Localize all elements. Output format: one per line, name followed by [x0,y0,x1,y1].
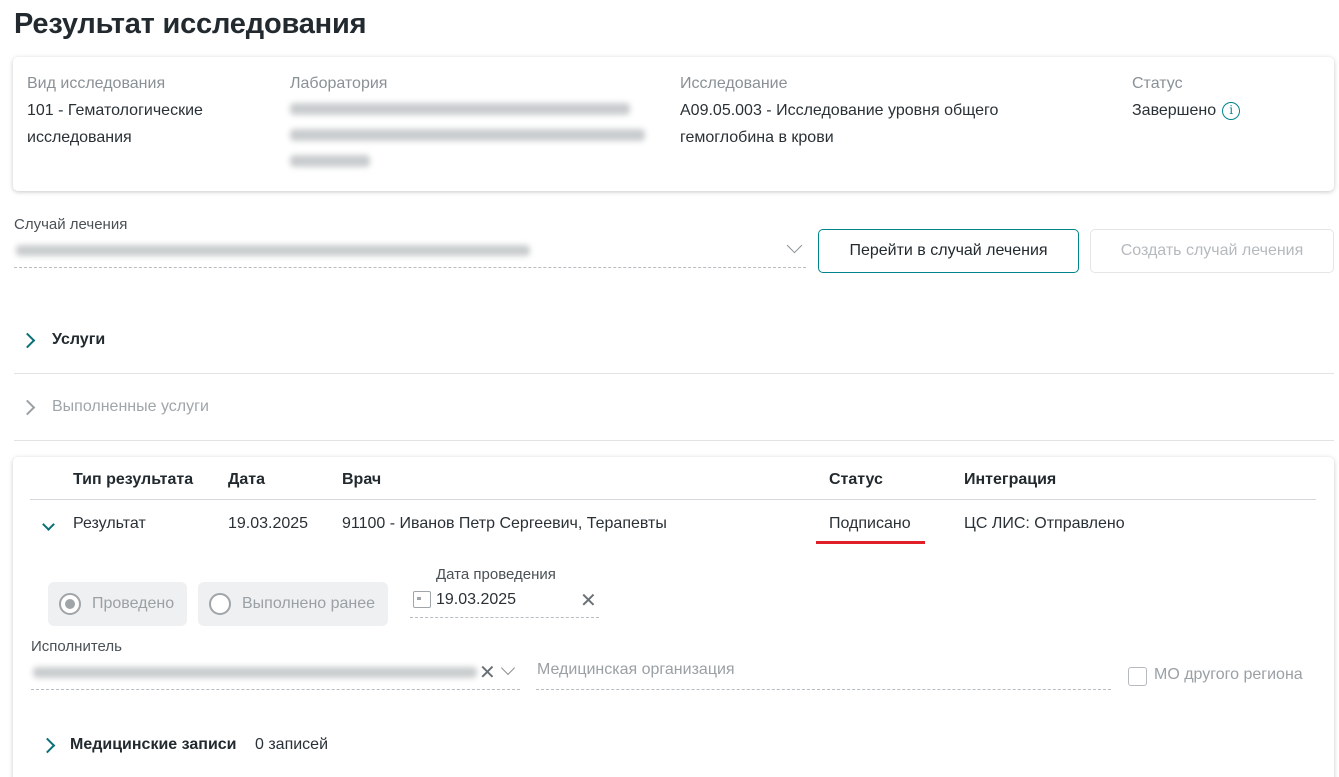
radio-done-earlier-label: Выполнено ранее [242,595,376,612]
radio-checked-icon[interactable] [59,593,81,615]
study-info-card: Вид исследования 101 - Гематологические … [13,57,1334,191]
lab-label: Лаборатория [290,75,388,92]
date-value[interactable]: 19.03.2025 [436,591,516,609]
med-records-count: 0 записей [255,736,329,753]
study-type-value-line1: 101 - Гематологические [27,102,203,119]
executor-select[interactable]: ✕ [31,655,520,690]
chevron-down-icon[interactable] [500,660,516,676]
result-doctor-cell: 91100 - Иванов Петр Сергеевич, Терапевты [342,515,667,532]
clear-date-icon[interactable]: ✕ [580,591,597,611]
date-field[interactable]: 19.03.2025 ✕ [410,584,599,618]
col-doctor: Врач [342,471,382,488]
executor-label: Исполнитель [31,638,122,655]
radio-done-label: Проведено [92,595,175,612]
col-status: Статус [829,471,883,488]
calendar-icon[interactable] [413,591,431,608]
study-value: A09.05.003 - Исследование уровня общего … [680,97,1100,151]
status-label: Статус [1132,75,1183,92]
radio-done[interactable]: Проведено [48,582,187,626]
other-region-label[interactable]: МО другого региона [1154,666,1303,684]
study-block: Исследование A09.05.003 - Исследование у… [680,74,1100,151]
chevron-down-icon[interactable] [786,237,803,254]
study-value-line1: A09.05.003 - Исследование уровня общего [680,102,999,119]
lab-block: Лаборатория [290,74,650,181]
result-date-cell: 19.03.2025 [228,515,309,532]
chevron-right-icon [19,399,36,416]
radio-done-earlier[interactable]: Выполнено ранее [198,582,388,626]
chevron-right-icon[interactable] [19,332,36,349]
executor-value-blurred [33,667,477,678]
med-records-title[interactable]: Медицинские записи [70,736,237,754]
go-to-case-button[interactable]: Перейти в случай лечения [818,229,1079,273]
col-integration: Интеграция [964,471,1057,488]
study-type-value-line2: исследования [27,129,132,146]
col-result-type: Тип результата [73,471,194,488]
status-highlight-underline [816,541,925,544]
study-type-label: Вид исследования [27,75,166,92]
med-org-select[interactable]: Медицинская организация [536,655,1111,690]
results-card: Тип результата Дата Врач Статус Интеграц… [13,457,1334,777]
study-value-line2: гемоглобина в крови [680,129,834,146]
page-title: Результат исследования [14,8,367,40]
result-status-cell: Подписано [829,515,911,532]
study-type-block: Вид исследования 101 - Гематологические … [27,74,267,151]
results-table-header: Тип результата Дата Врач Статус Интеграц… [30,468,1316,500]
chevron-right-icon[interactable] [39,737,56,754]
col-date: Дата [228,471,266,488]
other-region-checkbox[interactable] [1128,667,1147,686]
study-type-value: 101 - Гематологические исследования [27,97,267,151]
case-value-blurred [16,245,530,256]
lab-value-blurred [290,103,650,167]
info-icon[interactable]: i [1222,102,1241,120]
radio-unchecked-icon[interactable] [209,593,231,615]
status-value: Завершено [1132,102,1217,119]
result-integration-cell: ЦС ЛИС: Отправлено [964,515,1125,532]
done-services-section-title: Выполненные услуги [52,398,209,415]
services-section-title[interactable]: Услуги [52,331,105,349]
status-value-wrap: Завершено i [1132,97,1322,124]
med-org-placeholder: Медицинская организация [537,661,735,678]
chevron-down-icon[interactable] [42,518,55,531]
case-select[interactable] [14,232,806,268]
clear-executor-icon[interactable]: ✕ [479,663,496,683]
study-label: Исследование [680,75,788,92]
status-block: Статус Завершено i [1132,74,1322,124]
services-section[interactable]: Услуги [14,307,1334,374]
case-label: Случай лечения [14,216,128,233]
done-services-section: Выполненные услуги [14,374,1334,441]
create-case-button: Создать случай лечения [1090,229,1334,273]
result-type-cell: Результат [73,515,146,532]
date-label: Дата проведения [436,566,556,583]
